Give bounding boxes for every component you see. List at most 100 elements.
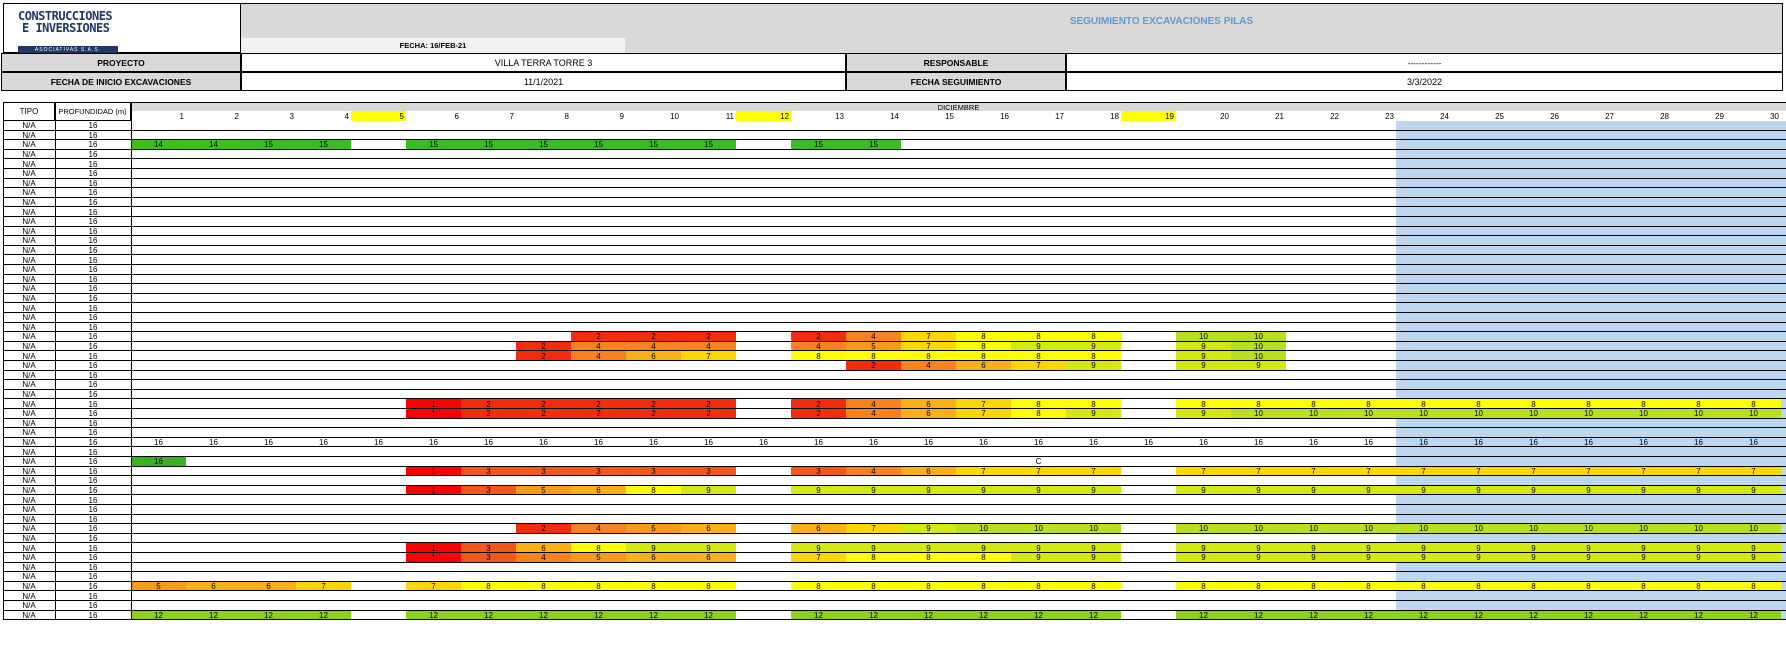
table-row: N/A 16 xyxy=(0,207,1786,217)
table-row: N/A 16 2 4 6 7 8 8 8 8 8 8 9 10 xyxy=(0,351,1786,361)
day-header-20: 20 xyxy=(1220,111,1229,121)
responsable-value[interactable]: ------------ xyxy=(1066,53,1783,72)
days-header-row: 1 2 3 4 5 6 7 8 9 10 11 12 13 14 15 16 17 18 19 20 21 22 23 24 2… xyxy=(131,111,1786,121)
day-header-27: 27 xyxy=(1605,111,1614,121)
inicio-value[interactable]: 11/1/2021 xyxy=(241,72,846,91)
table-row: N/A 16 xyxy=(0,495,1786,505)
company-logo: CONSTRUCCIONES E INVERSIONES ASOCIATIVAS… xyxy=(18,10,118,54)
day-header-30: 30 xyxy=(1770,111,1779,121)
table-row: N/A 16 xyxy=(0,236,1786,246)
day-header-11: 11 xyxy=(725,111,734,121)
day-header-19: 19 xyxy=(1121,111,1176,121)
day-header-29: 29 xyxy=(1715,111,1724,121)
inicio-label: FECHA DE INICIO EXCAVACIONES xyxy=(1,72,241,91)
day-header-24: 24 xyxy=(1440,111,1449,121)
seguimiento-value[interactable]: 3/3/2022 xyxy=(1066,72,1783,91)
day-header-21: 21 xyxy=(1275,111,1284,121)
table-row: N/A 16 xyxy=(0,159,1786,169)
table-row: N/A 16 xyxy=(0,198,1786,208)
column-divider xyxy=(131,102,132,621)
table-row: N/A 16 xyxy=(0,313,1786,323)
seguimiento-label: FECHA SEGUIMIENTO xyxy=(846,72,1066,91)
day-header-7: 7 xyxy=(509,111,514,121)
table-row: N/A 16 xyxy=(0,131,1786,141)
table-row: N/A 16 xyxy=(0,303,1786,313)
table-row: N/A 16 xyxy=(0,419,1786,429)
table-row: N/A 16 xyxy=(0,275,1786,285)
excavation-grid: N/A 16 N/A 16 N/A 16 14 14 15 15 15 15 15 15 15 15 15 15 N… xyxy=(0,102,1786,672)
table-row: N/A 16 xyxy=(0,169,1786,179)
day-header-25: 25 xyxy=(1495,111,1504,121)
company-logo-box: CONSTRUCCIONES E INVERSIONES ASOCIATIVAS… xyxy=(3,3,241,54)
table-row: N/A 16 xyxy=(0,246,1786,256)
row-divider xyxy=(3,619,1786,621)
table-row: N/A 16 xyxy=(0,534,1786,544)
table-row: N/A 16 1 3 6 8 9 9 9 9 9 9 9 9 9 9 9 9 9 9 9 9 9 9 9 xyxy=(0,543,1786,553)
proyecto-label: PROYECTO xyxy=(1,53,241,72)
table-row: N/A 16 xyxy=(0,563,1786,573)
proyecto-value[interactable]: VILLA TERRA TORRE 3 xyxy=(241,53,846,72)
day-header-13: 13 xyxy=(835,111,844,121)
day-header-15: 15 xyxy=(945,111,954,121)
day-header-23: 23 xyxy=(1385,111,1394,121)
table-row: N/A 16 xyxy=(0,428,1786,438)
table-row: N/A 16 xyxy=(0,371,1786,381)
day-header-10: 10 xyxy=(670,111,679,121)
day-header-16: 16 xyxy=(1000,111,1009,121)
day-header-18: 18 xyxy=(1110,111,1119,121)
day-header-6: 6 xyxy=(454,111,459,121)
table-row: N/A 16 xyxy=(0,284,1786,294)
table-row: N/A 16 xyxy=(0,476,1786,486)
table-row: N/A 16 xyxy=(0,591,1786,601)
day-header-4: 4 xyxy=(344,111,349,121)
table-row: N/A 16 2 4 6 7 9 9 9 xyxy=(0,361,1786,371)
day-header-28: 28 xyxy=(1660,111,1669,121)
table-row: N/A 16 xyxy=(0,265,1786,275)
table-row: N/A 16 5 6 6 7 7 8 8 8 8 8 8 8 8 8 8 8 8 8 8 8 8 8 8 8 8 8 8 xyxy=(0,581,1786,592)
report-title-bar: SEGUIMIENTO EXCAVACIONES PILAS xyxy=(241,3,1783,38)
day-header-14: 14 xyxy=(890,111,899,121)
table-row: N/A 16 xyxy=(0,390,1786,400)
day-header-1: 1 xyxy=(179,111,184,121)
table-row: N/A 16 16 16 16 16 16 16 16 16 16 16 16 16 16 16 16 16 16 1… xyxy=(0,438,1786,448)
report-title: SEGUIMIENTO EXCAVACIONES PILAS xyxy=(1069,15,1254,27)
table-row: N/A 16 xyxy=(0,227,1786,237)
day-header-5: 5 xyxy=(351,111,406,121)
day-header-22: 22 xyxy=(1330,111,1339,121)
day-header-17: 17 xyxy=(1055,111,1064,121)
table-row: N/A 16 1 3 5 6 8 9 9 9 9 9 9 9 9 9 9 9 9 9 9 9 9 9 9 xyxy=(0,485,1786,496)
tipo-header: TIPO xyxy=(3,102,55,121)
day-header-3: 3 xyxy=(289,111,294,121)
table-row: N/A 16 16 C xyxy=(0,457,1786,467)
table-row: N/A 16 2 2 2 2 4 7 8 8 8 10 10 xyxy=(0,332,1786,342)
responsable-label: RESPONSABLE xyxy=(846,53,1066,72)
table-row: N/A 16 xyxy=(0,572,1786,582)
table-row: N/A 16 xyxy=(0,150,1786,160)
table-row: N/A 16 2 4 4 4 4 5 7 8 9 9 9 10 xyxy=(0,341,1786,352)
report-date: FECHA: 16/FEB-21 xyxy=(241,38,625,53)
table-row: N/A 16 xyxy=(0,294,1786,304)
day-header-8: 8 xyxy=(564,111,569,121)
table-row: N/A 16 12 12 12 12 12 12 12 12 12 12 12 12 12 12 12 12 12 1… xyxy=(0,610,1786,621)
table-row: N/A 16 2 4 5 6 6 7 9 10 10 10 10 10 10 10 10 10 10 10 10 10 10 xyxy=(0,524,1786,534)
table-row: N/A 16 1 2 2 2 2 2 2 4 6 7 8 9 9 10 10 10 10 10 10 10 10 10 10 xyxy=(0,409,1786,419)
table-row: N/A 16 xyxy=(0,601,1786,611)
table-row: N/A 16 1 3 4 5 6 6 7 8 8 8 9 9 9 9 9 9 9 9 9 9 9 9 9 xyxy=(0,553,1786,563)
table-row: N/A 16 1 2 2 2 2 2 2 4 6 7 8 8 8 8 8 8 8 8 8 8 8 8 8 xyxy=(0,399,1786,409)
table-row: N/A 16 xyxy=(0,188,1786,198)
table-row: N/A 16 xyxy=(0,255,1786,265)
table-row: N/A 16 1 3 3 3 3 3 3 4 6 7 7 7 7 7 7 7 7 7 7 7 7 7 7 xyxy=(0,466,1786,477)
table-row: N/A 16 xyxy=(0,505,1786,515)
table-row: N/A 16 xyxy=(0,447,1786,457)
table-row: N/A 16 xyxy=(0,515,1786,525)
header-filler xyxy=(625,38,1783,53)
table-row: N/A 16 xyxy=(0,323,1786,333)
day-header-12: 12 xyxy=(736,111,791,121)
profundidad-header: PROFUNDIDAD (m) xyxy=(55,102,131,121)
table-row: N/A 16 xyxy=(0,121,1786,131)
day-header-9: 9 xyxy=(619,111,624,121)
table-row: N/A 16 xyxy=(0,380,1786,390)
day-header-2: 2 xyxy=(234,111,239,121)
logo-line-2: E INVERSIONES xyxy=(22,21,110,35)
day-header-26: 26 xyxy=(1550,111,1559,121)
